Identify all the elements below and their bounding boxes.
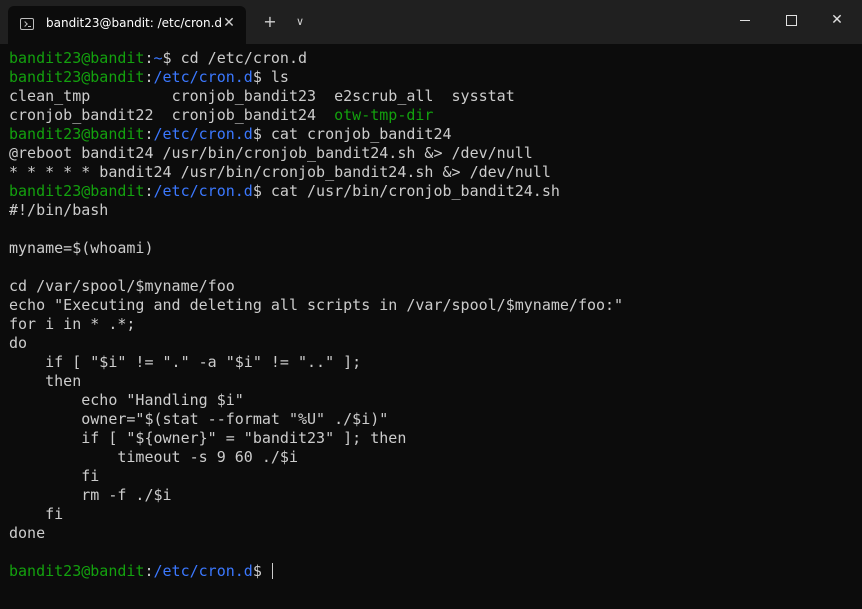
maximize-icon bbox=[785, 14, 797, 26]
prompt-separator: : bbox=[144, 562, 154, 580]
close-window-button[interactable]: ✕ bbox=[814, 0, 860, 40]
output-line: @reboot bandit24 /usr/bin/cronjob_bandit… bbox=[9, 144, 533, 162]
ls-entry: cronjob_bandit23 bbox=[171, 87, 335, 105]
output-line: cd /var/spool/$myname/foo bbox=[9, 277, 235, 295]
current-prompt-line[interactable]: bandit23@bandit:/etc/cron.d$ bbox=[9, 562, 854, 581]
command-text: cd /etc/cron.d bbox=[180, 49, 308, 67]
output-line: owner="$(stat --format "%U" ./$i)" bbox=[9, 410, 389, 428]
ls-entry: otw-tmp-dir bbox=[334, 106, 434, 124]
prompt-path: /etc/cron.d bbox=[153, 182, 253, 200]
prompt-symbol: $ bbox=[252, 125, 271, 143]
prompt-line: bandit23@bandit:~$ cd /etc/cron.d bbox=[9, 49, 854, 68]
output-line: then bbox=[9, 372, 82, 390]
text-cursor bbox=[271, 563, 273, 579]
terminal-window: bandit23@bandit: /etc/cron.d ✕ + ∨ ✕ ban… bbox=[0, 0, 862, 609]
prompt-path: ~ bbox=[153, 49, 163, 67]
ls-entry: clean_tmp bbox=[9, 87, 172, 105]
chevron-down-icon[interactable]: ∨ bbox=[290, 12, 310, 32]
prompt-line: bandit23@bandit:/etc/cron.d$ cat cronjob… bbox=[9, 125, 854, 144]
output-line: * * * * * bandit24 /usr/bin/cronjob_band… bbox=[9, 163, 551, 181]
command-text: ls bbox=[270, 68, 289, 86]
output-line: echo "Handling $i" bbox=[9, 391, 244, 409]
prompt-user: bandit23@bandit bbox=[9, 68, 145, 86]
terminal-output[interactable]: bandit23@bandit:~$ cd /etc/cron.d bandit2… bbox=[9, 49, 854, 605]
prompt-separator: : bbox=[144, 49, 154, 67]
prompt-separator: : bbox=[144, 182, 154, 200]
command-text: cat cronjob_bandit24 bbox=[270, 125, 452, 143]
prompt-user: bandit23@bandit bbox=[9, 562, 145, 580]
prompt-line: bandit23@bandit:/etc/cron.d$ cat /usr/bi… bbox=[9, 182, 854, 201]
command-text: cat /usr/bin/cronjob_bandit24.sh bbox=[270, 182, 560, 200]
tab-title: bandit23@bandit: /etc/cron.d bbox=[46, 16, 223, 30]
prompt-symbol: $ bbox=[252, 68, 271, 86]
maximize-button[interactable] bbox=[768, 0, 814, 40]
close-tab-icon[interactable]: ✕ bbox=[220, 14, 238, 32]
output-line: myname=$(whoami) bbox=[9, 239, 154, 257]
ls-output-row: clean_tmp cronjob_bandit23 e2scrub_all s… bbox=[9, 87, 854, 106]
ls-entry: e2scrub_all bbox=[334, 87, 452, 105]
ls-output-row: cronjob_bandit22 cronjob_bandit24 otw-tm… bbox=[9, 106, 854, 125]
output-line: fi bbox=[9, 505, 64, 523]
title-bar: bandit23@bandit: /etc/cron.d ✕ + ∨ ✕ bbox=[0, 0, 862, 44]
prompt-path: /etc/cron.d bbox=[153, 68, 253, 86]
prompt-separator: : bbox=[144, 125, 154, 143]
ls-entry: cronjob_bandit24 bbox=[171, 106, 335, 124]
new-tab-button[interactable]: + bbox=[260, 12, 280, 32]
prompt-user: bandit23@bandit bbox=[9, 182, 145, 200]
prompt-path: /etc/cron.d bbox=[153, 562, 253, 580]
tab-active[interactable]: bandit23@bandit: /etc/cron.d ✕ bbox=[8, 6, 246, 44]
ls-entry: sysstat bbox=[451, 87, 515, 105]
prompt-symbol: $ bbox=[252, 562, 271, 580]
ls-entry: cronjob_bandit22 bbox=[9, 106, 172, 124]
prompt-separator: : bbox=[144, 68, 154, 86]
output-line: timeout -s 9 60 ./$i bbox=[9, 448, 298, 466]
output-line: if [ "$i" != "." -a "$i" != ".." ]; bbox=[9, 353, 362, 371]
output-line: do bbox=[9, 334, 28, 352]
prompt-line: bandit23@bandit:/etc/cron.d$ ls bbox=[9, 68, 854, 87]
output-line: done bbox=[9, 524, 46, 542]
output-line: #!/bin/bash bbox=[9, 201, 109, 219]
minimize-button[interactable] bbox=[722, 0, 768, 40]
output-line: fi bbox=[9, 467, 100, 485]
minimize-icon bbox=[740, 19, 750, 21]
output-line: for i in * .*; bbox=[9, 315, 136, 333]
prompt-user: bandit23@bandit bbox=[9, 49, 145, 67]
output-line: if [ "${owner}" = "bandit23" ]; then bbox=[9, 429, 407, 447]
output-line: echo "Executing and deleting all scripts… bbox=[9, 296, 624, 314]
output-line: rm -f ./$i bbox=[9, 486, 172, 504]
prompt-symbol: $ bbox=[162, 49, 181, 67]
prompt-user: bandit23@bandit bbox=[9, 125, 145, 143]
terminal-icon bbox=[20, 18, 34, 30]
prompt-path: /etc/cron.d bbox=[153, 125, 253, 143]
prompt-symbol: $ bbox=[252, 182, 271, 200]
